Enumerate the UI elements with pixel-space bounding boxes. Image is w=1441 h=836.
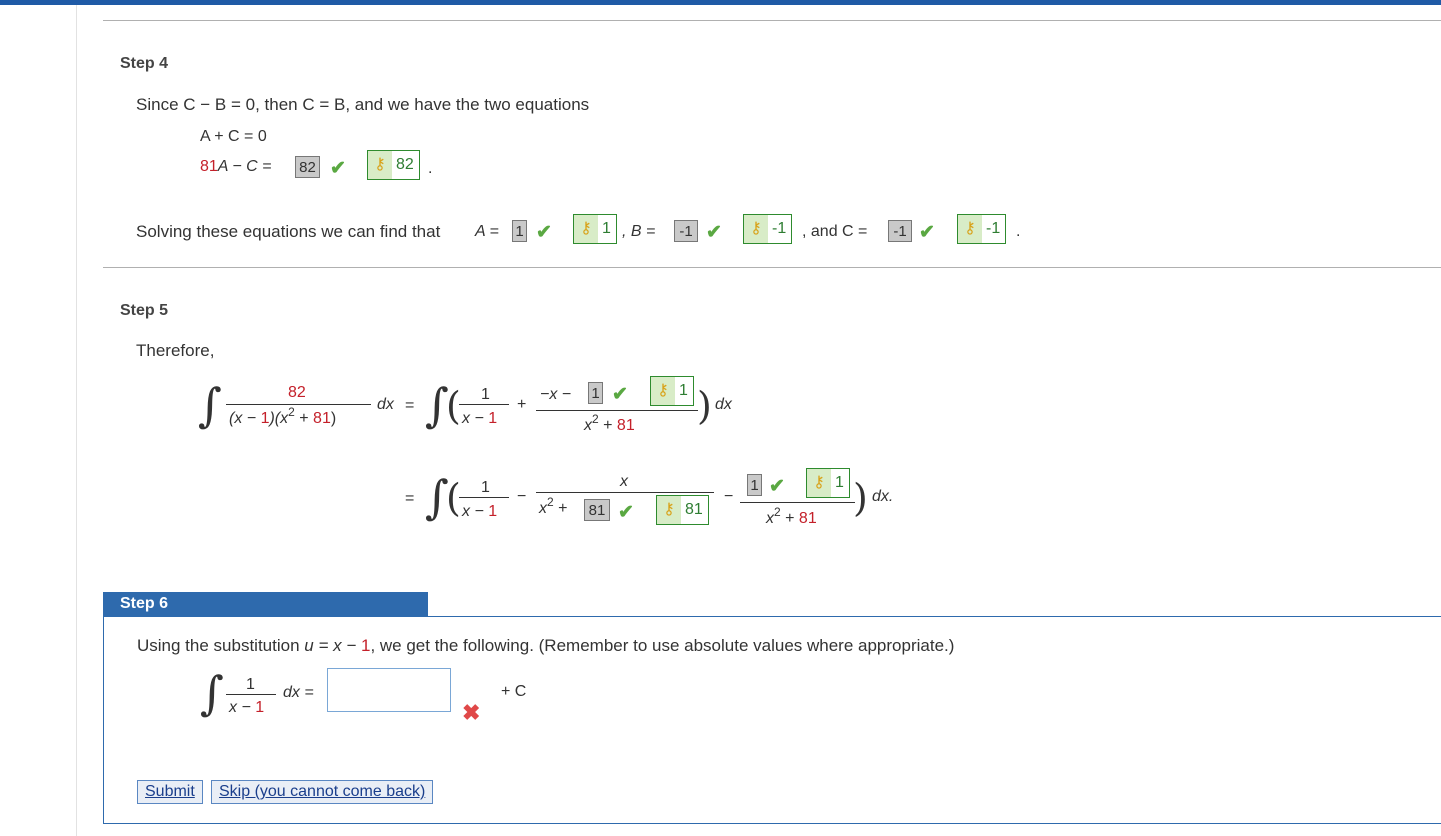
fraction-bar bbox=[459, 497, 509, 498]
dx-label: dx bbox=[377, 396, 394, 413]
eq2-rest: A − C = bbox=[217, 158, 272, 175]
b-answer-box[interactable]: -1 bbox=[674, 220, 698, 242]
checkmark-icon: ✔ bbox=[330, 158, 346, 179]
submit-button[interactable]: Submit bbox=[137, 780, 203, 804]
cross-icon: ✖ bbox=[462, 700, 481, 725]
answer-input[interactable] bbox=[327, 668, 451, 712]
dx-label: dx bbox=[715, 396, 732, 413]
term1-numerator: 1 bbox=[481, 386, 490, 403]
equation-1: A + C = 0 bbox=[200, 128, 267, 145]
l2-term3-denominator: x2 + 81 bbox=[766, 505, 817, 527]
l2-term2-numerator: x bbox=[620, 473, 628, 490]
right-paren: ) bbox=[853, 476, 868, 520]
term1-numerator: 1 bbox=[481, 479, 490, 496]
c-key-answer[interactable]: ⚷ -1 bbox=[957, 214, 1007, 244]
divider-top bbox=[103, 20, 1441, 21]
top-accent-bar bbox=[0, 0, 1441, 5]
key-icon: ⚷ bbox=[368, 151, 392, 179]
left-paren: ( bbox=[446, 384, 461, 428]
minus-sign: − bbox=[517, 488, 527, 505]
key-icon: ⚷ bbox=[657, 496, 681, 524]
period: . bbox=[1016, 223, 1021, 240]
dx-equals: dx = bbox=[283, 684, 314, 701]
solve-text: Solving these equations we can find that bbox=[136, 222, 441, 241]
plus-sign: + bbox=[517, 396, 527, 413]
checkmark-icon: ✔ bbox=[536, 222, 552, 243]
equals-sign: = bbox=[405, 490, 415, 507]
term1-denominator: x − 1 bbox=[462, 503, 498, 520]
equation-2: 81A − C = bbox=[200, 158, 271, 176]
key-icon: ⚷ bbox=[807, 469, 831, 497]
integral-sign: ∫ bbox=[198, 378, 222, 432]
left-margin-rule bbox=[76, 5, 77, 836]
step6-intro: Using the substitution u = x − 1, we get… bbox=[137, 636, 955, 655]
l2-term3-answer-box[interactable]: 1 bbox=[747, 474, 762, 496]
term2-denominator: x2 + 81 bbox=[584, 412, 635, 434]
l2-term2-denominator: x2 + bbox=[539, 495, 568, 517]
lhs-denominator: (x − 1)(x2 + 81) bbox=[229, 405, 337, 427]
term2-answer-box[interactable]: 1 bbox=[588, 382, 603, 404]
period: . bbox=[428, 160, 433, 177]
b-label: , B = bbox=[622, 223, 656, 240]
minus-sign: − bbox=[724, 488, 734, 505]
step5-label: Step 5 bbox=[120, 302, 169, 319]
key-icon: ⚷ bbox=[574, 215, 598, 243]
a-label: A = bbox=[475, 223, 499, 240]
eq2-coefficient: 81 bbox=[200, 158, 218, 175]
checkmark-icon: ✔ bbox=[919, 222, 935, 243]
key-icon: ⚷ bbox=[651, 377, 675, 405]
fraction-bar bbox=[226, 694, 276, 695]
l2-term3-key-answer[interactable]: ⚷ 1 bbox=[806, 468, 850, 498]
step6-frac-denominator: x − 1 bbox=[229, 699, 265, 716]
step6-frac-numerator: 1 bbox=[246, 676, 255, 693]
term1-denominator: x − 1 bbox=[462, 410, 498, 427]
fraction-bar bbox=[536, 492, 714, 493]
key-icon: ⚷ bbox=[744, 215, 768, 243]
fraction-bar bbox=[536, 410, 698, 411]
skip-button[interactable]: Skip (you cannot come back) bbox=[211, 780, 434, 804]
eq2-key-answer[interactable]: ⚷ 82 bbox=[367, 150, 420, 180]
divider-step4 bbox=[103, 267, 1441, 268]
fraction-bar bbox=[226, 404, 371, 405]
c-answer-box[interactable]: -1 bbox=[888, 220, 912, 242]
b-key-answer[interactable]: ⚷ -1 bbox=[743, 214, 793, 244]
term2-numerator: −x − bbox=[540, 386, 572, 403]
lhs-numerator: 82 bbox=[288, 384, 306, 401]
step4-label: Step 4 bbox=[120, 55, 169, 72]
c-label: , and C = bbox=[802, 223, 868, 240]
step4-intro: Since C − B = 0, then C = B, and we have… bbox=[136, 95, 590, 114]
dx-end-label: dx. bbox=[872, 488, 894, 505]
a-key-answer[interactable]: ⚷ 1 bbox=[573, 214, 617, 244]
l2-term2-key-answer[interactable]: ⚷ 81 bbox=[656, 495, 709, 525]
step6-header: Step 6 bbox=[103, 592, 428, 616]
checkmark-icon: ✔ bbox=[706, 222, 722, 243]
fraction-bar bbox=[740, 502, 855, 503]
a-answer-box[interactable]: 1 bbox=[512, 220, 527, 242]
integral-sign: ∫ bbox=[200, 666, 224, 720]
eq2-answer-box[interactable]: 82 bbox=[295, 156, 320, 178]
right-paren: ) bbox=[697, 384, 712, 428]
term2-key-answer[interactable]: ⚷ 1 bbox=[650, 376, 694, 406]
checkmark-icon: ✔ bbox=[618, 502, 634, 523]
key-icon: ⚷ bbox=[958, 215, 982, 243]
step5-intro: Therefore, bbox=[136, 341, 215, 360]
l2-term2-answer-box[interactable]: 81 bbox=[584, 499, 610, 521]
checkmark-icon: ✔ bbox=[612, 384, 628, 405]
equals-sign: = bbox=[405, 397, 415, 414]
plus-c: + C bbox=[501, 683, 527, 700]
left-paren: ( bbox=[446, 476, 461, 520]
checkmark-icon: ✔ bbox=[769, 476, 785, 497]
fraction-bar bbox=[459, 404, 509, 405]
